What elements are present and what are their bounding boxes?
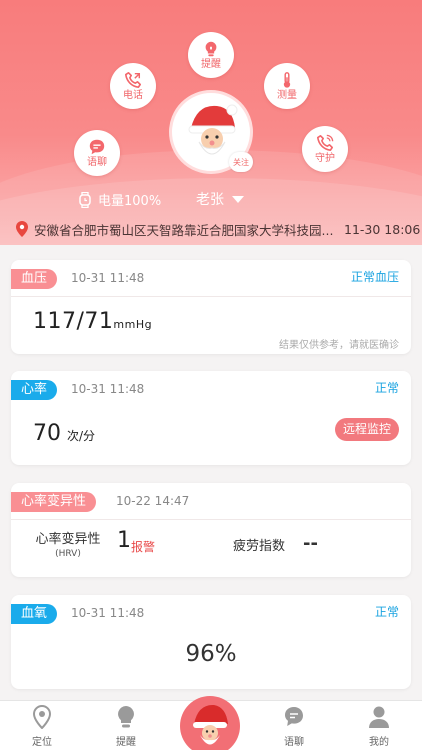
hrv-card[interactable]: 心率变异性 10-22 14:47 心率变异性 (HRV) 1 报警 疲劳指数 … [11, 483, 411, 577]
blood-pressure-unit: mmHg [113, 318, 153, 331]
chevron-down-icon [232, 195, 244, 203]
diastolic-value: 71 [84, 309, 114, 334]
tab-voice-chat-label: 语聊 [284, 737, 304, 748]
hrv-label-sub: (HRV) [55, 549, 81, 559]
chat-icon [89, 139, 105, 155]
spo2-time: 10-31 11:48 [71, 606, 145, 620]
blood-pressure-card[interactable]: 血压 10-31 11:48 正常血压 117/71mmHg 结果仅供参考，请就… [11, 260, 411, 354]
user-name-label: 老张 [196, 192, 224, 208]
voice-chat-label: 语聊 [87, 157, 107, 168]
spo2-card[interactable]: 血氧 10-31 11:48 正常 96% [11, 595, 411, 689]
call-button[interactable]: 电话 [110, 63, 156, 109]
header: 提醒 电话 测量 语聊 守护 关注 电量100% 老张 安徽省合肥市蜀山区天智路… [0, 0, 422, 245]
heart-rate-tag: 心率 [11, 380, 58, 400]
location-bar[interactable]: 安徽省合肥市蜀山区天智路靠近合肥国家大学科技园... 11-30 18:06 [0, 214, 422, 244]
chat-icon [285, 707, 303, 726]
user-selector[interactable]: 老张 [196, 189, 244, 209]
hrv-label: 心率变异性 (HRV) [31, 528, 105, 559]
heart-rate-card[interactable]: 心率 10-31 11:48 正常 70 次/分 远程监控 [11, 371, 411, 465]
tab-remind[interactable]: 提醒 [96, 705, 156, 748]
santa-avatar-icon [193, 704, 228, 745]
fatigue-value: -- [303, 533, 318, 554]
tab-profile-label: 我的 [369, 737, 389, 748]
hrv-tag: 心率变异性 [11, 492, 97, 512]
disclaimer-note: 结果仅供参考，请就医确诊 [279, 340, 399, 351]
center-avatar-tab[interactable] [180, 696, 240, 750]
blood-pressure-tag: 血压 [11, 269, 58, 289]
battery-status: 电量100% [78, 190, 161, 209]
spo2-value: 96% [185, 641, 237, 667]
tab-location-label: 定位 [32, 737, 52, 748]
watch-icon [79, 191, 91, 208]
thermometer-icon [283, 72, 291, 88]
location-time: 11-30 18:06 [344, 221, 421, 237]
heart-rate-number: 70 [33, 421, 61, 446]
call-label: 电话 [123, 90, 143, 101]
blood-pressure-value: 117/71mmHg [33, 309, 152, 334]
tab-profile[interactable]: 我的 [349, 705, 409, 748]
hrv-label-main: 心率变异性 [35, 532, 101, 547]
heart-rate-status: 正常 [374, 381, 399, 395]
battery-label: 电量100% [98, 194, 162, 209]
bulb-icon [205, 41, 217, 57]
tab-remind-label: 提醒 [116, 737, 136, 748]
divider [11, 519, 411, 520]
guard-phone-icon [316, 134, 334, 152]
guard-label: 守护 [315, 153, 335, 164]
remind-label: 提醒 [201, 59, 221, 70]
systolic-value: 117 [33, 309, 77, 334]
tab-location[interactable]: 定位 [12, 705, 72, 748]
measure-label: 测量 [277, 90, 297, 101]
hrv-value: 1 [117, 528, 131, 553]
follow-tag[interactable]: 关注 [229, 152, 253, 172]
hrv-time: 10-22 14:47 [116, 494, 190, 508]
profile-icon [369, 706, 389, 728]
fatigue-label: 疲劳指数 [233, 539, 286, 554]
voice-chat-button[interactable]: 语聊 [74, 130, 120, 176]
remind-button[interactable]: 提醒 [188, 32, 234, 78]
location-pin-icon [16, 221, 28, 237]
spo2-status: 正常 [374, 605, 399, 619]
location-address: 安徽省合肥市蜀山区天智路靠近合肥国家大学科技园... [34, 222, 334, 238]
heart-rate-value: 70 次/分 [33, 421, 95, 446]
guard-button[interactable]: 守护 [302, 126, 348, 172]
blood-pressure-status: 正常血压 [350, 270, 399, 284]
heart-rate-time: 10-31 11:48 [71, 382, 145, 396]
heart-rate-unit: 次/分 [67, 429, 96, 443]
measure-button[interactable]: 测量 [264, 63, 310, 109]
divider [11, 296, 411, 297]
location-icon [32, 705, 52, 729]
hrv-alarm: 报警 [131, 540, 156, 554]
bulb-icon [118, 706, 134, 728]
phone-icon [124, 71, 142, 89]
blood-pressure-time: 10-31 11:48 [71, 271, 145, 285]
spo2-tag: 血氧 [11, 604, 58, 624]
remote-monitor-button[interactable]: 远程监控 [334, 418, 399, 441]
tab-voice-chat[interactable]: 语聊 [264, 705, 324, 748]
